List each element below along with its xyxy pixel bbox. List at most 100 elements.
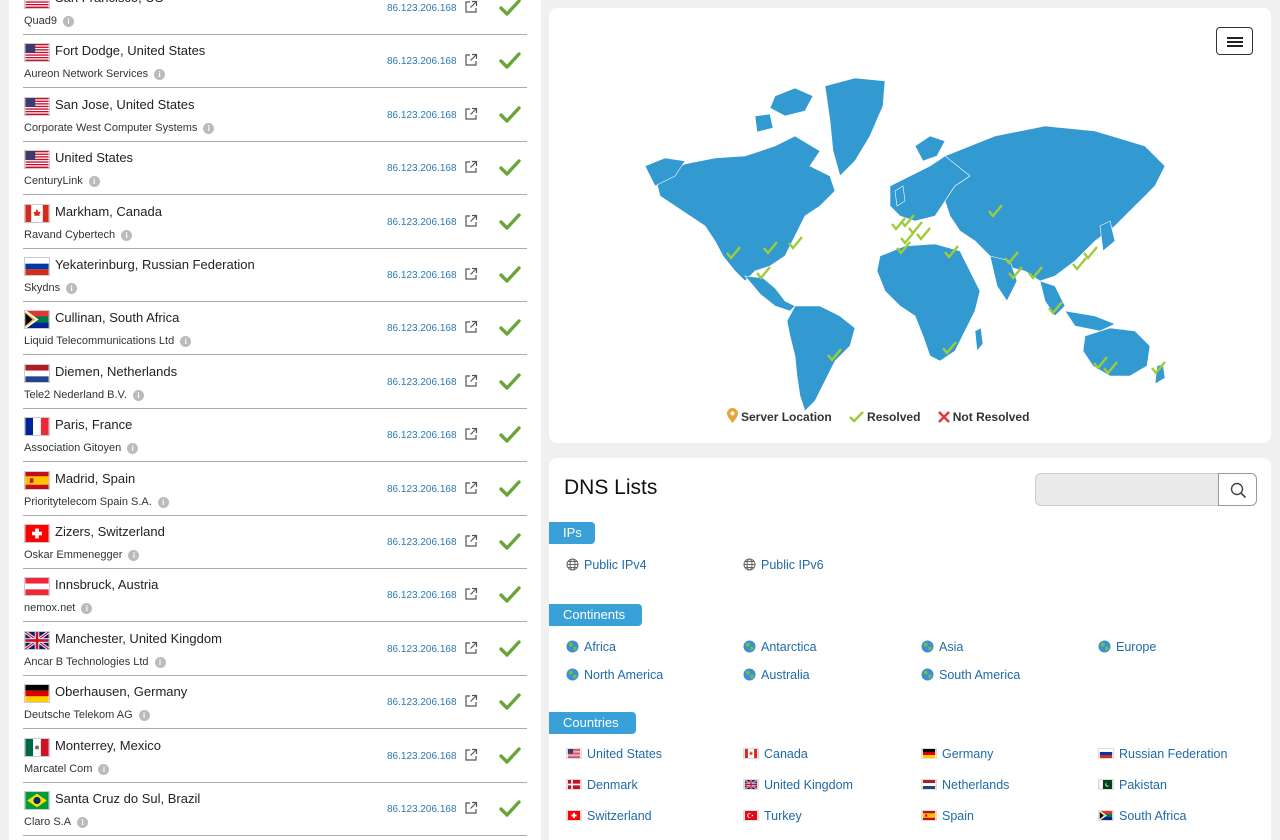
section-ips: IPs — [549, 522, 595, 544]
flag-tr-icon — [743, 810, 759, 821]
continent-link[interactable]: Antarctica — [743, 640, 817, 656]
earth-icon — [921, 640, 934, 656]
server-ip-link[interactable]: 86.123.206.168 — [387, 644, 457, 655]
server-ip-link[interactable]: 86.123.206.168 — [387, 804, 457, 815]
server-ip-link[interactable]: 86.123.206.168 — [387, 3, 457, 14]
ip-list-link[interactable]: Public IPv4 — [566, 558, 647, 574]
server-provider: Prioritytelecom Spain S.A. i — [24, 496, 169, 508]
external-link-icon[interactable] — [464, 107, 478, 121]
server-location: Manchester, United Kingdom — [55, 630, 222, 646]
dns-search-button[interactable] — [1218, 473, 1257, 506]
country-link[interactable]: South Africa — [1098, 809, 1186, 823]
resolved-check-icon — [499, 425, 521, 445]
external-link-icon[interactable] — [464, 641, 478, 655]
info-icon[interactable]: i — [88, 176, 100, 188]
earth-icon — [566, 640, 579, 656]
info-icon[interactable]: i — [77, 817, 89, 828]
external-link-icon[interactable] — [464, 748, 478, 762]
world-map — [645, 77, 1166, 411]
pin-icon — [727, 408, 738, 423]
country-link[interactable]: United States — [566, 747, 662, 761]
info-icon[interactable]: i — [66, 283, 78, 294]
external-link-icon[interactable] — [464, 267, 478, 281]
server-location: Yekaterinburg, Russian Federation — [55, 257, 255, 272]
country-link[interactable]: Germany — [921, 747, 993, 761]
flag-ru-icon — [24, 257, 50, 276]
external-link-icon[interactable] — [464, 481, 478, 495]
flag-ca-icon — [24, 203, 50, 223]
country-link[interactable]: Pakistan — [1098, 778, 1167, 792]
earth-icon — [566, 668, 579, 684]
country-link[interactable]: Denmark — [566, 778, 638, 792]
country-link[interactable]: Canada — [743, 747, 808, 761]
info-icon[interactable]: i — [98, 763, 110, 775]
resolved-check-icon — [499, 212, 521, 232]
flag-de-icon — [921, 748, 937, 759]
info-icon[interactable]: i — [128, 550, 140, 561]
continent-link[interactable]: North America — [566, 668, 663, 684]
info-icon[interactable]: i — [157, 496, 169, 508]
external-link-icon[interactable] — [464, 427, 478, 441]
server-ip-link[interactable]: 86.123.206.168 — [387, 590, 457, 601]
server-ip-link[interactable]: 86.123.206.168 — [387, 56, 457, 67]
country-link[interactable]: United Kingdom — [743, 778, 853, 792]
external-link-icon[interactable] — [464, 0, 478, 14]
info-icon[interactable]: i — [132, 389, 144, 401]
external-link-icon[interactable] — [464, 160, 478, 174]
external-link-icon[interactable] — [464, 53, 478, 67]
continent-link[interactable]: South America — [921, 668, 1020, 684]
continent-link[interactable]: Asia — [921, 640, 963, 656]
resolved-check-icon — [499, 318, 521, 338]
info-icon[interactable]: i — [127, 443, 139, 455]
info-icon[interactable]: i — [138, 710, 150, 722]
external-link-icon[interactable] — [464, 534, 478, 548]
server-ip-link[interactable]: 86.123.206.168 — [387, 537, 457, 548]
info-icon[interactable]: i — [203, 122, 215, 134]
country-link[interactable]: Russian Federation — [1098, 747, 1227, 761]
server-ip-link[interactable]: 86.123.206.168 — [387, 484, 457, 495]
external-link-icon[interactable] — [464, 587, 478, 601]
server-ip-link[interactable]: 86.123.206.168 — [387, 323, 457, 334]
external-link-icon[interactable] — [464, 694, 478, 708]
dns-search-input[interactable] — [1035, 473, 1219, 506]
country-link[interactable]: Spain — [921, 809, 974, 823]
server-ip-link[interactable]: 86.123.206.168 — [387, 377, 457, 388]
map-menu-button[interactable] — [1216, 27, 1253, 55]
external-link-icon[interactable] — [464, 374, 478, 388]
server-ip-link[interactable]: 86.123.206.168 — [387, 270, 457, 281]
external-link-icon[interactable] — [464, 214, 478, 228]
server-location: San Francisco, US — [55, 0, 163, 5]
external-link-icon[interactable] — [464, 320, 478, 334]
server-provider: Corporate West Computer Systems i — [24, 122, 215, 134]
server-provider: Oskar Emmenegger i — [24, 549, 140, 561]
flag-dk-icon — [566, 779, 582, 790]
ip-list-link[interactable]: Public IPv6 — [743, 558, 824, 574]
external-link-icon[interactable] — [464, 801, 478, 815]
continent-link[interactable]: Australia — [743, 668, 810, 684]
continent-link[interactable]: Europe — [1098, 640, 1156, 656]
info-icon[interactable]: i — [63, 16, 75, 27]
country-link[interactable]: Turkey — [743, 809, 802, 823]
info-icon[interactable]: i — [180, 336, 192, 348]
country-link[interactable]: Switzerland — [566, 809, 652, 823]
server-row: Innsbruck, Austria nemox.net i 86.123.206.1… — [23, 569, 527, 623]
server-provider: Aureon Network Services i — [24, 68, 166, 81]
flag-za-icon — [24, 310, 50, 330]
server-row: Paris, France Association Gitoyen i 86.123.… — [23, 409, 527, 463]
info-icon[interactable]: i — [154, 69, 166, 81]
info-icon[interactable]: i — [81, 603, 93, 615]
continent-link[interactable]: Africa — [566, 640, 616, 656]
server-ip-link[interactable]: 86.123.206.168 — [387, 697, 457, 708]
server-ip-link[interactable]: 86.123.206.168 — [387, 217, 457, 228]
resolved-check-icon — [499, 372, 521, 392]
flag-nl-icon — [921, 779, 937, 790]
flag-nl-icon — [24, 363, 50, 383]
info-icon[interactable]: i — [154, 656, 166, 668]
server-ip-link[interactable]: 86.123.206.168 — [387, 163, 457, 174]
dns-lists-title: DNS Lists — [564, 476, 658, 499]
server-ip-link[interactable]: 86.123.206.168 — [387, 110, 457, 121]
server-ip-link[interactable]: 86.123.206.168 — [387, 751, 457, 762]
server-ip-link[interactable]: 86.123.206.168 — [387, 430, 457, 441]
country-link[interactable]: Netherlands — [921, 778, 1009, 792]
info-icon[interactable]: i — [121, 229, 133, 241]
